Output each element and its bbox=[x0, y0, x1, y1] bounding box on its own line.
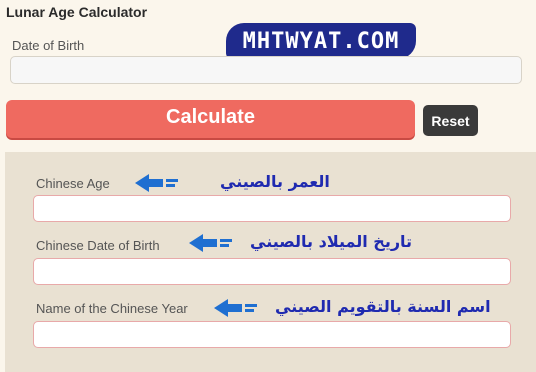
left-arrow-icon bbox=[214, 299, 257, 317]
left-arrow-icon bbox=[189, 234, 232, 252]
results-panel: Chinese Age العمر بالصيني Chinese Date o… bbox=[5, 152, 536, 372]
watermark-text: MHTWYAT.COM bbox=[242, 28, 400, 54]
dob-label: Date of Birth bbox=[12, 38, 85, 53]
calculate-button[interactable]: Calculate bbox=[6, 100, 415, 138]
chinese-dob-annotation: تاريخ الميلاد بالصيني bbox=[250, 232, 413, 251]
chinese-year-name-annotation: اسم السنة بالتقويم الصيني bbox=[275, 297, 491, 316]
left-arrow-icon bbox=[135, 174, 178, 192]
dob-input[interactable] bbox=[10, 56, 522, 84]
chinese-dob-label: Chinese Date of Birth bbox=[36, 238, 160, 253]
chinese-year-name-field[interactable] bbox=[33, 321, 511, 348]
chinese-year-name-label: Name of the Chinese Year bbox=[36, 301, 188, 316]
reset-button[interactable]: Reset bbox=[423, 105, 478, 136]
chinese-age-annotation: العمر بالصيني bbox=[220, 172, 330, 191]
app-title: Lunar Age Calculator bbox=[6, 4, 148, 20]
watermark-logo: MHTWYAT.COM bbox=[226, 23, 416, 59]
chinese-age-label: Chinese Age bbox=[36, 176, 110, 191]
chinese-age-field[interactable] bbox=[33, 195, 511, 222]
chinese-dob-field[interactable] bbox=[33, 258, 511, 285]
